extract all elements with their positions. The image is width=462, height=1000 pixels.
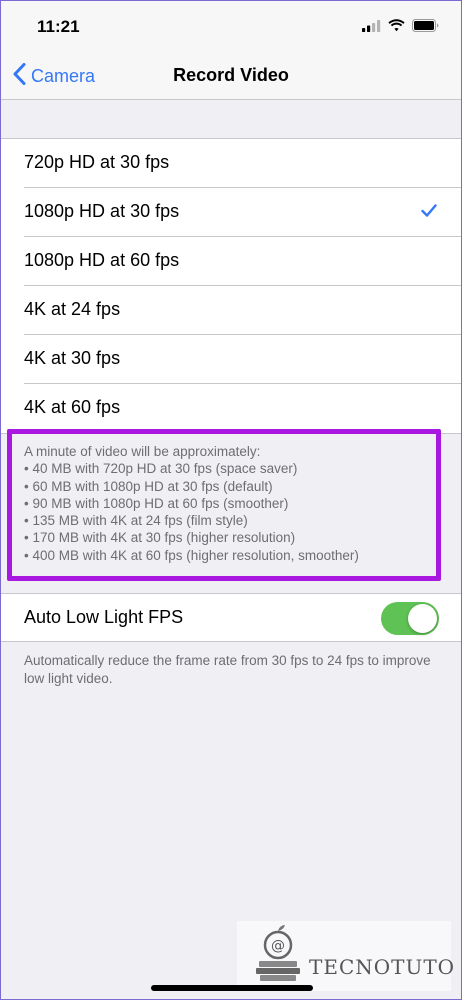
option-1080p-60[interactable]: 1080p HD at 60 fps <box>1 237 461 286</box>
checkmark-icon <box>421 204 437 222</box>
page-title: Record Video <box>173 65 289 85</box>
toggle-knob <box>408 604 437 633</box>
watermark-text: TECNOTUTO <box>309 955 456 979</box>
option-label: 720p HD at 30 fps <box>24 152 170 172</box>
option-label: 4K at 30 fps <box>24 348 121 368</box>
option-4k-24[interactable]: 4K at 24 fps <box>1 286 461 335</box>
option-label: 1080p HD at 30 fps <box>24 201 180 221</box>
file-size-line: • 170 MB with 4K at 30 fps (higher resol… <box>24 530 296 546</box>
battery-icon <box>412 19 439 37</box>
file-size-line: • 90 MB with 1080p HD at 60 fps (smoothe… <box>24 495 289 511</box>
auto-low-light-description: Automatically reduce the frame rate from… <box>24 653 431 686</box>
file-size-line: • 135 MB with 4K at 24 fps (film style) <box>24 513 248 529</box>
status-time: 11:21 <box>37 17 80 36</box>
option-label: 4K at 24 fps <box>24 299 121 319</box>
auto-low-light-toggle[interactable] <box>381 602 439 635</box>
svg-text:@: @ <box>271 938 285 954</box>
status-icons <box>362 19 439 37</box>
file-size-line: • 40 MB with 720p HD at 30 fps (space sa… <box>24 461 298 477</box>
option-4k-30[interactable]: 4K at 30 fps <box>1 335 461 384</box>
auto-low-light-label: Auto Low Light FPS <box>24 607 184 627</box>
option-1080p-30[interactable]: 1080p HD at 30 fps <box>1 188 461 237</box>
navigation-bar: Camera Record Video <box>1 53 461 100</box>
file-size-info: A minute of video will be approximately:… <box>7 429 441 581</box>
file-size-line: • 400 MB with 4K at 60 fps (higher resol… <box>24 547 359 563</box>
option-720p-30[interactable]: 720p HD at 30 fps <box>1 139 461 188</box>
option-label: 1080p HD at 60 fps <box>24 250 180 270</box>
status-bar: 11:21 <box>1 1 461 53</box>
signal-icon <box>362 19 381 37</box>
resolution-options-list: 720p HD at 30 fps 1080p HD at 30 fps 108… <box>1 138 461 434</box>
watermark: @ TECNOTUTO <box>237 921 454 992</box>
file-size-heading: A minute of video will be approximately: <box>24 444 261 459</box>
home-indicator[interactable] <box>151 985 313 991</box>
file-size-line: • 60 MB with 1080p HD at 30 fps (default… <box>24 478 273 494</box>
option-4k-60[interactable]: 4K at 60 fps <box>1 384 461 433</box>
option-label: 4K at 60 fps <box>24 397 121 417</box>
wifi-icon <box>388 19 405 37</box>
apple-books-logo-icon: @ <box>251 925 305 992</box>
auto-low-light-row: Auto Low Light FPS <box>1 593 461 642</box>
